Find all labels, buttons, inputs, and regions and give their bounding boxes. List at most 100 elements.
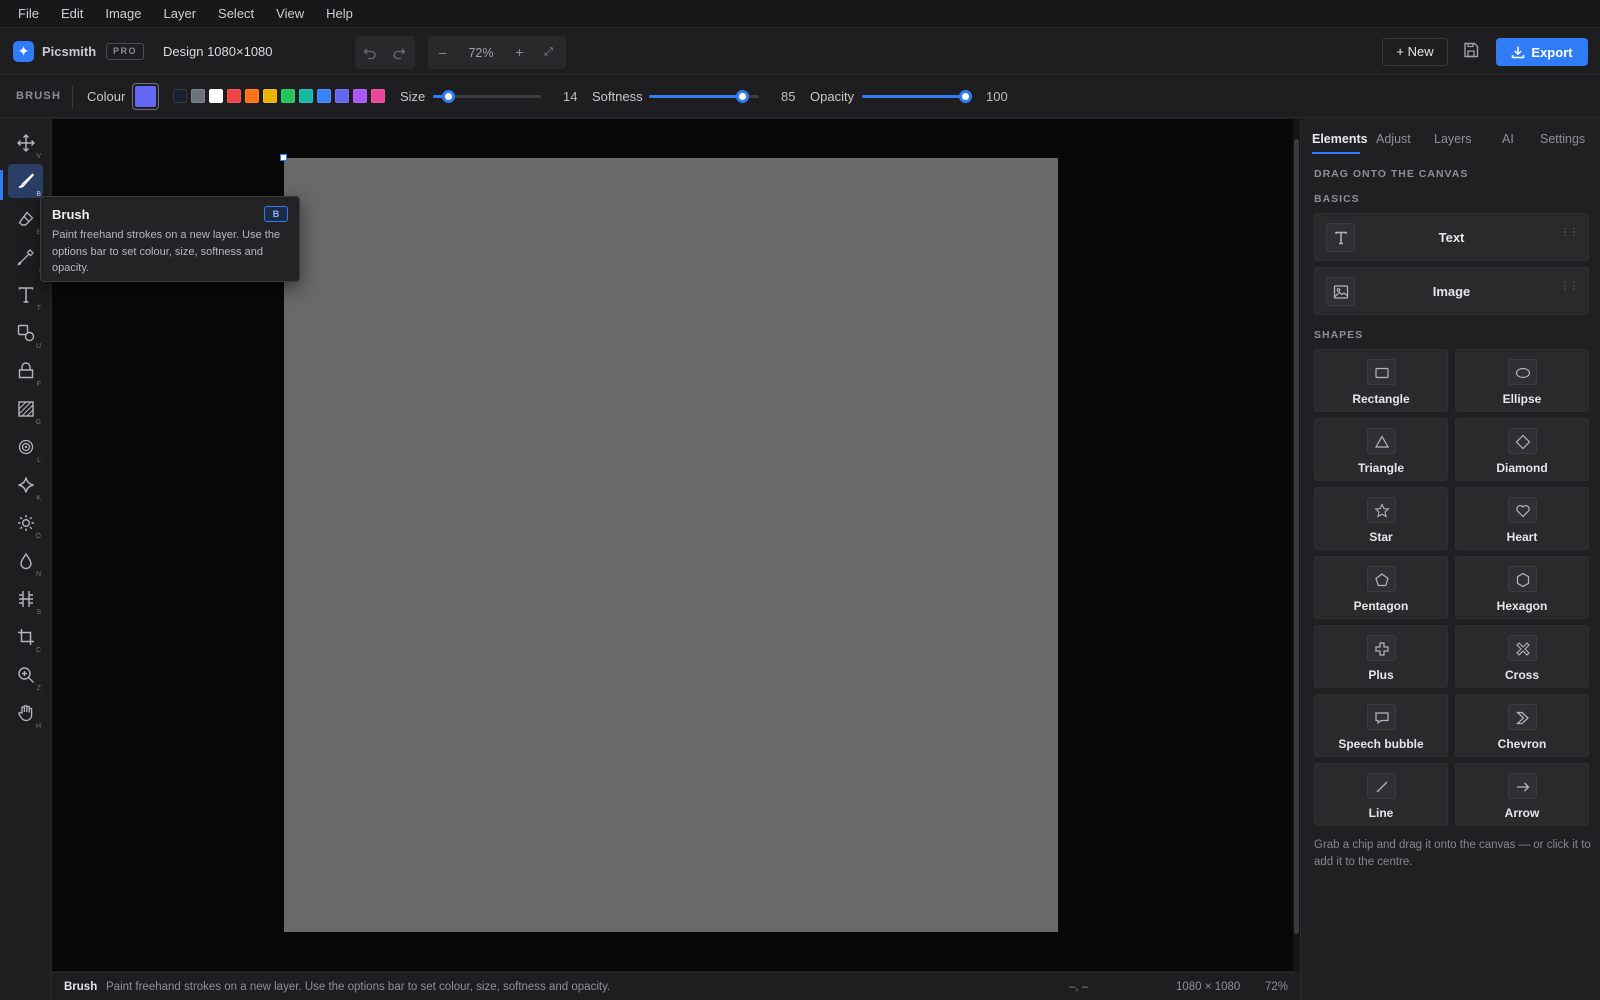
tab-layers[interactable]: Layers: [1434, 132, 1472, 146]
eraser-tool[interactable]: E: [8, 202, 43, 236]
colour-swatch[interactable]: [245, 89, 259, 103]
tool-shortcut: L: [37, 457, 41, 464]
crop-tool[interactable]: C: [8, 620, 43, 654]
eraser-icon: [18, 211, 34, 226]
colour-swatch[interactable]: [353, 89, 367, 103]
smudge-tool[interactable]: N: [8, 544, 43, 578]
colour-swatch[interactable]: [209, 89, 223, 103]
colour-swatch[interactable]: [317, 89, 331, 103]
tab-ai[interactable]: AI: [1502, 132, 1514, 146]
eyedropper-tool[interactable]: I: [8, 240, 43, 274]
shape-cross[interactable]: Cross: [1455, 625, 1589, 688]
shape-chevron[interactable]: Chevron: [1455, 694, 1589, 757]
zoom-out-button[interactable]: –: [428, 36, 457, 69]
save-button[interactable]: [1462, 41, 1482, 61]
shape-star[interactable]: Star: [1314, 487, 1448, 550]
shape-line[interactable]: Line: [1314, 763, 1448, 826]
drag-handle-icon[interactable]: ⋮⋮: [1560, 228, 1579, 238]
hand-tool[interactable]: H: [8, 696, 43, 730]
sharpen-tool[interactable]: S: [8, 582, 43, 616]
zoom-in-button[interactable]: +: [505, 36, 534, 69]
colour-swatch[interactable]: [263, 89, 277, 103]
colour-swatch[interactable]: [299, 89, 313, 103]
menu-help[interactable]: Help: [326, 6, 353, 21]
active-tool-indicator: [0, 170, 3, 200]
menu-image[interactable]: Image: [105, 6, 141, 21]
elements-panel: Elements Adjust Layers AI Settings DRAG …: [1300, 119, 1600, 1000]
colour-swatch[interactable]: [371, 89, 385, 103]
opacity-slider-handle[interactable]: [958, 90, 972, 103]
opacity-slider[interactable]: [862, 95, 965, 98]
artboard-handle[interactable]: [280, 154, 287, 161]
text-element-chip[interactable]: Text ⋮⋮: [1314, 213, 1589, 261]
menu-layer[interactable]: Layer: [164, 6, 197, 21]
tab-adjust[interactable]: Adjust: [1376, 132, 1411, 146]
softness-slider-handle[interactable]: [736, 90, 749, 103]
tool-shortcut: U: [35, 343, 41, 350]
zoom-icon: [18, 667, 34, 683]
fill-tool[interactable]: F: [8, 354, 43, 388]
icon-box: [1367, 635, 1396, 661]
active-tool-label: BRUSH: [16, 90, 62, 102]
colour-swatch[interactable]: [191, 89, 205, 103]
new-button[interactable]: + New: [1382, 38, 1448, 66]
export-button[interactable]: Export: [1496, 38, 1588, 66]
hexagon-icon: [1516, 572, 1530, 588]
icon-box: [1508, 497, 1537, 523]
sparkle-tool[interactable]: K: [8, 468, 43, 502]
shape-rectangle[interactable]: Rectangle: [1314, 349, 1448, 412]
menu-view[interactable]: View: [276, 6, 304, 21]
text-tool[interactable]: T: [8, 278, 43, 312]
menu-file[interactable]: File: [18, 6, 39, 21]
tab-settings[interactable]: Settings: [1540, 132, 1585, 146]
shape-plus[interactable]: Plus: [1314, 625, 1448, 688]
shape-hexagon[interactable]: Hexagon: [1455, 556, 1589, 619]
artboard[interactable]: [284, 158, 1058, 932]
menu-select[interactable]: Select: [218, 6, 254, 21]
brush-tool[interactable]: B: [8, 164, 43, 198]
tool-shortcut: V: [36, 153, 41, 160]
dodge-tool[interactable]: O: [8, 506, 43, 540]
pro-badge: PRO: [106, 43, 145, 60]
colour-swatch[interactable]: [227, 89, 241, 103]
fill-icon: [18, 362, 34, 379]
rectangle-icon: [1375, 367, 1389, 379]
shape-triangle[interactable]: Triangle: [1314, 418, 1448, 481]
shape-heart[interactable]: Heart: [1455, 487, 1589, 550]
drag-handle-icon[interactable]: ⋮⋮: [1560, 282, 1579, 292]
move-tool[interactable]: V: [8, 126, 43, 160]
image-element-chip[interactable]: Image ⋮⋮: [1314, 267, 1589, 315]
chip-label: Rectangle: [1352, 392, 1410, 406]
shapes-tool[interactable]: U: [8, 316, 43, 350]
shape-speech-bubble[interactable]: Speech bubble: [1314, 694, 1448, 757]
colour-swatch[interactable]: [281, 89, 295, 103]
menu-edit[interactable]: Edit: [61, 6, 83, 21]
shape-diamond[interactable]: Diamond: [1455, 418, 1589, 481]
status-tool: Brush: [64, 981, 98, 993]
plus-icon: [1375, 642, 1389, 656]
canvas-scrollbar[interactable]: [1293, 119, 1300, 971]
chip-label: Diamond: [1496, 461, 1548, 475]
current-colour-swatch[interactable]: [132, 83, 159, 110]
colour-swatch[interactable]: [335, 89, 349, 103]
gradient-tool[interactable]: G: [8, 392, 43, 426]
zoom-fit-button[interactable]: ⤢: [534, 36, 563, 69]
colour-label: Colour: [87, 89, 126, 104]
document-name[interactable]: Design 1080×1080: [163, 44, 273, 59]
colour-swatch[interactable]: [173, 89, 187, 103]
zoom-level[interactable]: 72%: [457, 46, 505, 60]
cursor-position: –, –: [1069, 981, 1089, 993]
scrollbar-thumb[interactable]: [1294, 139, 1299, 934]
zoom-group: – 72% + ⤢: [428, 36, 566, 69]
blur-tool[interactable]: L: [8, 430, 43, 464]
shape-arrow[interactable]: Arrow: [1455, 763, 1589, 826]
size-slider-handle[interactable]: [441, 90, 455, 103]
shape-ellipse[interactable]: Ellipse: [1455, 349, 1589, 412]
undo-button[interactable]: [355, 36, 384, 69]
shape-pentagon[interactable]: Pentagon: [1314, 556, 1448, 619]
opacity-label: Opacity: [810, 89, 855, 104]
tab-elements[interactable]: Elements: [1312, 132, 1368, 146]
redo-button[interactable]: [384, 36, 413, 69]
zoom-tool[interactable]: Z: [8, 658, 43, 692]
menu-bar: File Edit Image Layer Select View Help: [0, 0, 1600, 28]
